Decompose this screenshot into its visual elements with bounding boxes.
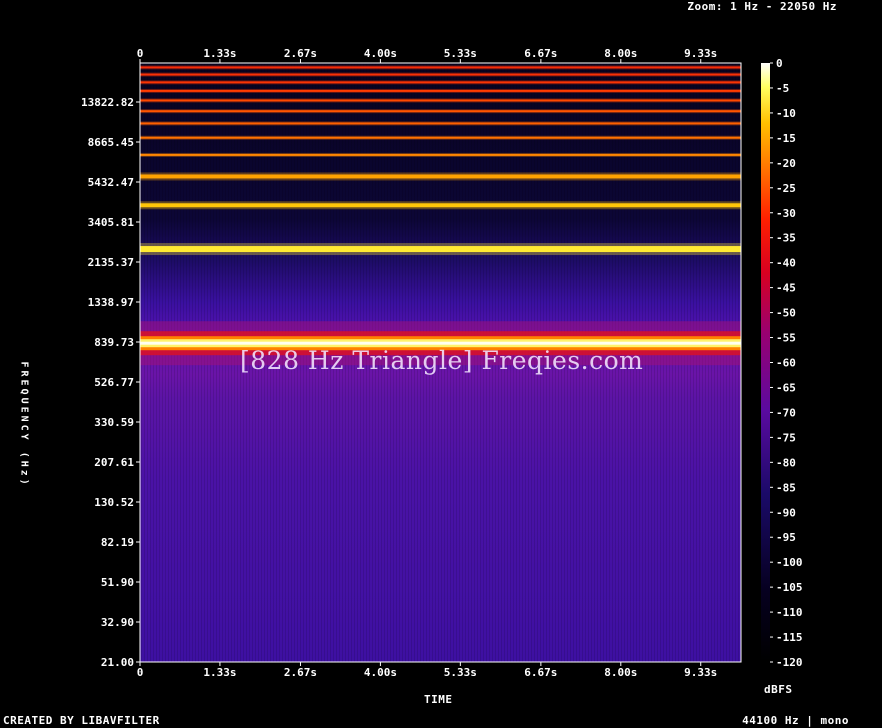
colorbar-unit: dBFS [764,683,793,696]
y-tick-label: 330.59 [94,416,134,429]
harmonic-band [140,246,741,253]
harmonic-band [140,136,741,139]
y-tick-label: 8665.45 [88,136,134,149]
x-axis-title: TIME [424,693,453,706]
colorbar-tick-label: -100 [776,556,803,569]
x-tick-label-bottom: 8.00s [604,666,637,679]
y-tick-label: 207.61 [94,456,134,469]
colorbar-tick-label: -75 [776,431,796,444]
colorbar-tick-label: -95 [776,531,796,544]
colorbar-tick-label: -20 [776,157,796,170]
colorbar-tick-label: -85 [776,481,796,494]
harmonic-band [140,203,741,208]
colorbar-tick-label: -50 [776,307,796,320]
colorbar-tick-label: -115 [776,631,803,644]
harmonic-band [140,73,741,76]
colorbar-tick-label: -80 [776,456,796,469]
y-tick-label: 526.77 [94,376,134,389]
y-axis-title: FREQUENCY (Hz) [18,361,30,488]
y-tick-label: 21.00 [101,656,134,669]
colorbar-tick-label: -110 [776,606,803,619]
x-tick-label-top: 6.67s [524,47,557,60]
harmonic-band [140,66,741,69]
watermark-text: [828 Hz Triangle] Freqies.com [240,346,644,375]
x-tick-label-bottom: 1.33s [203,666,236,679]
colorbar-gradient [761,63,770,662]
x-tick-label-top: 5.33s [444,47,477,60]
y-tick-label: 5432.47 [88,176,134,189]
colorbar-tick-label: -70 [776,406,796,419]
colorbar-tick-label: -15 [776,132,796,145]
x-tick-label-top: 2.67s [284,47,317,60]
x-tick-label-bottom: 4.00s [364,666,397,679]
harmonic-band [140,81,741,84]
created-by-label: CREATED BY LIBAVFILTER [3,714,160,727]
y-tick-label: 1338.97 [88,296,134,309]
colorbar-tick-label: 0 [776,57,783,70]
x-tick-label-top: 8.00s [604,47,637,60]
colorbar-tick-label: -90 [776,506,796,519]
colorbar-tick-label: -35 [776,232,796,245]
harmonic-band [140,153,741,156]
y-tick-label: 51.90 [101,576,134,589]
x-tick-label-top: 4.00s [364,47,397,60]
x-tick-label-top: 0 [137,47,144,60]
harmonic-band [140,99,741,102]
colorbar-tick-label: -5 [776,82,789,95]
x-tick-label-bottom: 5.33s [444,666,477,679]
colorbar-tick-label: -120 [776,656,803,669]
colorbar-tick-label: -55 [776,332,796,345]
colorbar-tick-label: -40 [776,257,796,270]
y-tick-label: 2135.37 [88,256,134,269]
harmonic-band [140,122,741,125]
colorbar: 0 -5 -10 -15 -20 -25 -30 -35 -40 -45 -50 -55 -60 -65 -… [761,57,803,669]
harmonic-band [140,89,741,92]
colorbar-tick-label: -10 [776,107,796,120]
y-tick-label: 839.73 [94,336,134,349]
sample-rate-info: 44100 Hz | mono [742,714,849,727]
harmonic-band [140,174,741,179]
y-tick-label: 3405.81 [88,216,135,229]
colorbar-tick-label: -45 [776,282,796,295]
harmonic-band [140,341,741,345]
colorbar-tick-label: -65 [776,381,796,394]
y-tick-label: 82.19 [101,536,134,549]
harmonic-band [140,110,741,113]
x-tick-label-bottom: 2.67s [284,666,317,679]
x-tick-label-top: 1.33s [203,47,236,60]
y-tick-label: 32.90 [101,616,134,629]
x-tick-label-bottom: 6.67s [524,666,557,679]
colorbar-tick-label: -25 [776,182,796,195]
x-tick-label-bottom: 9.33s [684,666,717,679]
colorbar-tick-label: -30 [776,207,796,220]
y-tick-label: 13822.82 [81,96,134,109]
x-tick-label-top: 9.33s [684,47,717,60]
colorbar-tick-label: -105 [776,581,803,594]
x-tick-label-bottom: 0 [137,666,144,679]
y-tick-label: 130.52 [94,496,134,509]
colorbar-tick-label: -60 [776,357,796,370]
